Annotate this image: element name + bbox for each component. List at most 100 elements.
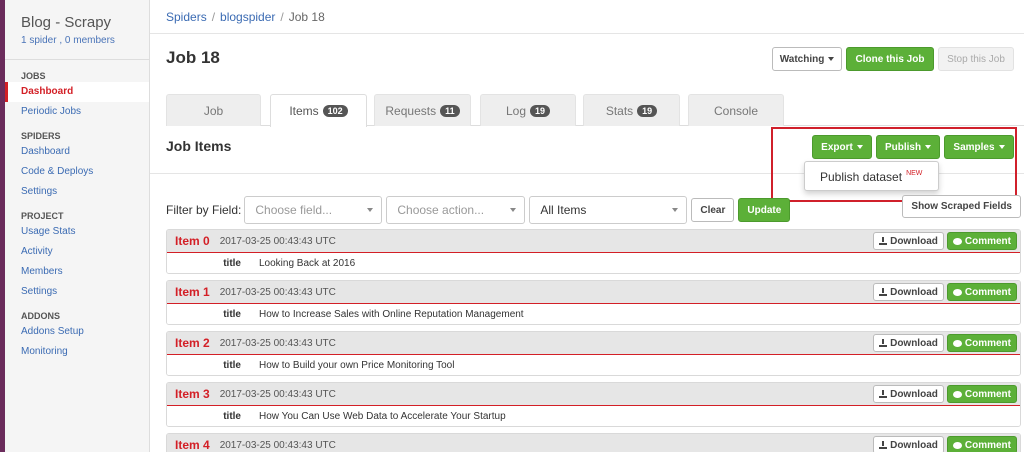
list-item: Item 0 2017-03-25 00:43:43 UTC Download …	[166, 229, 1021, 274]
download-icon	[879, 441, 888, 449]
comment-icon	[952, 237, 962, 245]
sidebar-item-jobs-dashboard[interactable]: Dashboard	[5, 82, 149, 102]
tab-label: Items	[289, 104, 319, 118]
sidebar-item-usage-stats[interactable]: Usage Stats	[5, 222, 149, 242]
download-label: Download	[890, 439, 938, 451]
tab-count-badge: 19	[637, 104, 658, 117]
sidebar-item-periodic-jobs[interactable]: Periodic Jobs	[5, 102, 149, 122]
item-timestamp: 2017-03-25 00:43:43 UTC	[219, 235, 336, 247]
tab-console[interactable]: Console	[688, 94, 784, 126]
download-icon	[879, 237, 888, 245]
watching-button[interactable]: Watching	[772, 47, 842, 71]
sidebar-item-addons-setup[interactable]: Addons Setup	[5, 322, 149, 342]
download-button[interactable]: Download	[873, 436, 944, 452]
job-tabs: Job Items 102 Requests 11 Log 19 Stats 19 Co…	[166, 94, 1024, 127]
item-actions: Download Comment	[873, 385, 1017, 403]
item-field-row: title How to Increase Sales with Online R…	[167, 304, 1020, 324]
comment-button[interactable]: Comment	[946, 334, 1017, 352]
tab-label: Stats	[605, 103, 634, 118]
clear-button[interactable]: Clear	[691, 198, 735, 222]
comment-icon	[952, 288, 962, 296]
download-button[interactable]: Download	[873, 385, 944, 403]
sidebar-item-code-deploys[interactable]: Code & Deploys	[5, 162, 149, 182]
item-id-link[interactable]: Item 3	[175, 387, 210, 401]
tab-items[interactable]: Items 102	[270, 94, 367, 127]
item-id-link[interactable]: Item 0	[175, 234, 210, 248]
field-value: How to Increase Sales with Online Reputa…	[259, 308, 524, 320]
sidebar-section-spiders: SPIDERS	[21, 131, 61, 141]
comment-label: Comment	[964, 439, 1011, 451]
item-id-link[interactable]: Item 1	[175, 285, 210, 299]
chevron-down-icon	[367, 208, 374, 212]
sidebar-item-members[interactable]: Members	[5, 262, 149, 282]
list-item: Item 4 2017-03-25 00:43:43 UTC Download …	[166, 433, 1021, 452]
download-button[interactable]: Download	[873, 334, 944, 352]
tab-label: Console	[713, 103, 759, 118]
sidebar-item-spiders-settings[interactable]: Settings	[5, 182, 149, 202]
choose-field-placeholder: Choose field...	[255, 203, 333, 217]
tab-requests[interactable]: Requests 11	[374, 94, 471, 126]
breadcrumb-spiders[interactable]: Spiders	[166, 10, 207, 24]
field-name: title	[223, 359, 241, 371]
clone-job-button[interactable]: Clone this Job	[846, 47, 934, 71]
tab-count-badge: 19	[530, 104, 551, 117]
stop-job-button[interactable]: Stop this Job	[938, 47, 1014, 71]
tab-count-badge: 11	[440, 104, 460, 117]
field-name: title	[223, 410, 241, 422]
item-timestamp: 2017-03-25 00:43:43 UTC	[219, 439, 336, 451]
item-id-link[interactable]: Item 2	[175, 336, 210, 350]
tab-log[interactable]: Log 19	[480, 94, 576, 126]
job-actions: Watching Clone this Job Stop this Job	[772, 47, 1014, 71]
download-button[interactable]: Download	[873, 283, 944, 301]
project-header: Blog - Scrapy 1 spider , 0 members	[5, 0, 149, 60]
item-timestamp: 2017-03-25 00:43:43 UTC	[219, 337, 336, 349]
sidebar-item-project-settings[interactable]: Settings	[5, 282, 149, 302]
choose-action-placeholder: Choose action...	[397, 203, 485, 217]
choose-action-select[interactable]: Choose action...	[386, 196, 526, 224]
comment-label: Comment	[964, 235, 1011, 247]
project-meta[interactable]: 1 spider , 0 members	[21, 35, 149, 46]
sidebar-item-activity[interactable]: Activity	[5, 242, 149, 262]
chevron-down-icon	[672, 208, 679, 212]
item-header: Item 3 2017-03-25 00:43:43 UTC Download …	[167, 383, 1020, 406]
download-icon	[879, 339, 888, 347]
download-label: Download	[890, 286, 938, 298]
comment-button[interactable]: Comment	[946, 436, 1017, 452]
sidebar: Blog - Scrapy 1 spider , 0 members JOBS …	[5, 0, 150, 452]
comment-button[interactable]: Comment	[946, 232, 1017, 250]
item-header: Item 4 2017-03-25 00:43:43 UTC Download …	[167, 434, 1020, 452]
download-icon	[879, 390, 888, 398]
comment-button[interactable]: Comment	[946, 283, 1017, 301]
sidebar-item-monitoring[interactable]: Monitoring	[5, 342, 149, 362]
update-button[interactable]: Update	[738, 198, 791, 222]
show-scraped-fields-button[interactable]: Show Scraped Fields	[902, 195, 1021, 218]
chevron-down-icon	[828, 57, 835, 61]
breadcrumb-spider[interactable]: blogspider	[220, 10, 275, 24]
item-header: Item 1 2017-03-25 00:43:43 UTC Download …	[167, 281, 1020, 304]
filter-label: Filter by Field:	[166, 203, 242, 217]
page-title: Job 18	[166, 48, 220, 67]
item-actions: Download Comment	[873, 283, 1017, 301]
tab-job[interactable]: Job	[166, 94, 261, 126]
item-timestamp: 2017-03-25 00:43:43 UTC	[219, 388, 336, 400]
item-actions: Download Comment	[873, 232, 1017, 250]
field-value: Looking Back at 2016	[259, 257, 356, 269]
field-name: title	[223, 308, 241, 320]
choose-field-select[interactable]: Choose field...	[244, 196, 383, 224]
tab-stats[interactable]: Stats 19	[583, 94, 680, 126]
tab-label: Job	[203, 103, 224, 118]
items-scope-select[interactable]: All Items	[529, 196, 688, 224]
chevron-down-icon	[510, 208, 517, 212]
comment-button[interactable]: Comment	[946, 385, 1017, 403]
download-icon	[879, 288, 888, 296]
download-button[interactable]: Download	[873, 232, 944, 250]
item-id-link[interactable]: Item 4	[175, 438, 210, 452]
sidebar-item-spiders-dashboard[interactable]: Dashboard	[5, 142, 149, 162]
download-label: Download	[890, 337, 938, 349]
item-header: Item 0 2017-03-25 00:43:43 UTC Download …	[167, 230, 1020, 253]
item-list: Item 0 2017-03-25 00:43:43 UTC Download …	[166, 229, 1021, 452]
item-actions: Download Comment	[873, 436, 1017, 452]
field-name: title	[223, 257, 241, 269]
list-item: Item 1 2017-03-25 00:43:43 UTC Download …	[166, 280, 1021, 325]
project-title[interactable]: Blog - Scrapy	[21, 14, 149, 31]
